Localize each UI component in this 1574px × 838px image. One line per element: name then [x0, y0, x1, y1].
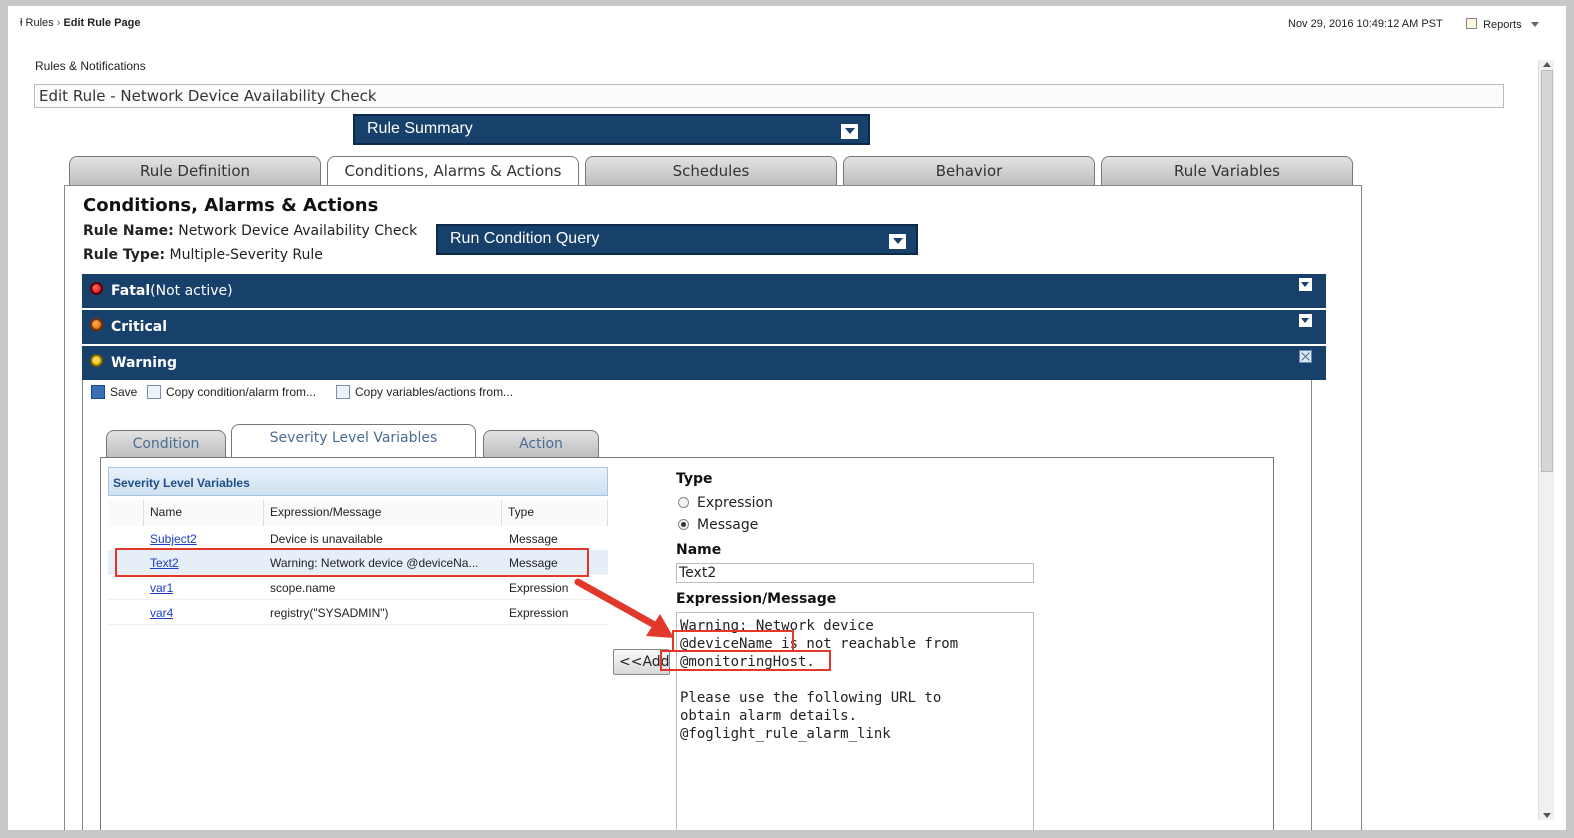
tab-behavior[interactable]: Behavior: [843, 156, 1095, 186]
name-field[interactable]: Text2: [676, 563, 1034, 583]
annotation-highlight-row: [115, 548, 589, 577]
scroll-down-icon[interactable]: [1543, 813, 1551, 818]
variables-table-title: Severity Level Variables: [108, 467, 608, 496]
variable-type: Expression: [509, 581, 569, 595]
variable-type: Expression: [509, 606, 569, 620]
tab-rule-variables[interactable]: Rule Variables: [1101, 156, 1353, 186]
column-header-blank: [108, 500, 144, 526]
reports-label: Reports: [1483, 19, 1522, 31]
breadcrumb-root-link[interactable]: Rules: [26, 17, 54, 29]
annotation-highlight-monitoringhost: [660, 650, 831, 671]
subtab-condition[interactable]: Condition: [106, 430, 226, 458]
subtab-action[interactable]: Action: [483, 430, 599, 458]
copy-condition-button[interactable]: Copy condition/alarm from...: [147, 385, 316, 399]
critical-status-icon: [90, 318, 103, 331]
tab-conditions-alarms-actions[interactable]: Conditions, Alarms & Actions: [327, 156, 579, 187]
reports-menu[interactable]: Reports: [1466, 18, 1539, 31]
tab-schedules[interactable]: Schedules: [585, 156, 837, 186]
column-header-expression[interactable]: Expression/Message: [264, 500, 502, 526]
table-row[interactable]: var4 registry("SYSADMIN") Expression: [108, 600, 608, 625]
annotation-highlight-devicename: [672, 630, 794, 652]
chevron-down-icon[interactable]: [841, 124, 858, 139]
column-header-type[interactable]: Type: [502, 500, 608, 526]
variable-name-link[interactable]: var1: [150, 581, 173, 595]
top-bar: ⱡ Rules › Edit Rule Page Nov 29, 2016 10…: [8, 6, 1566, 42]
rule-summary-dropdown[interactable]: Rule Summary: [353, 114, 870, 145]
run-condition-query-dropdown[interactable]: Run Condition Query: [436, 224, 918, 255]
expression-message-label: Expression/Message: [676, 591, 837, 607]
rule-type-value: Multiple-Severity Rule: [169, 247, 323, 263]
rule-name-label: Rule Name:: [83, 223, 174, 239]
severity-critical-label: Critical: [111, 319, 168, 335]
rule-type-row: Rule Type: Multiple-Severity Rule: [83, 247, 323, 263]
rules-icon: ⱡ: [20, 17, 23, 29]
severity-fatal-label: Fatal(Not active): [111, 283, 233, 299]
chevron-down-icon[interactable]: [889, 234, 906, 249]
variable-expression: registry("SYSADMIN"): [270, 606, 389, 620]
severity-warning-bar[interactable]: Warning: [82, 346, 1326, 380]
severity-warning-label: Warning: [111, 355, 178, 371]
variable-name-link[interactable]: Subject2: [150, 532, 197, 546]
rule-type-label: Rule Type:: [83, 247, 166, 263]
tab-rule-definition[interactable]: Rule Definition: [69, 156, 321, 186]
run-condition-query-label: Run Condition Query: [450, 230, 600, 247]
vertical-scrollbar[interactable]: [1538, 60, 1554, 820]
expand-fatal-icon[interactable]: [1299, 278, 1312, 291]
breadcrumb: ⱡ Rules › Edit Rule Page: [20, 17, 140, 29]
subtab-severity-level-variables[interactable]: Severity Level Variables: [231, 424, 476, 457]
variable-expression: Device is unavailable: [270, 532, 383, 546]
header-datetime: Nov 29, 2016 10:49:12 AM PST: [1288, 18, 1443, 30]
rule-summary-label: Rule Summary: [367, 120, 473, 137]
radio-icon[interactable]: [678, 497, 689, 508]
rule-name-value: Network Device Availability Check: [178, 223, 418, 239]
scroll-up-icon[interactable]: [1543, 62, 1551, 67]
rule-title-bar: Edit Rule - Network Device Availability …: [34, 84, 1504, 108]
name-label: Name: [676, 542, 722, 558]
severity-fatal-bar[interactable]: Fatal(Not active): [82, 274, 1326, 308]
table-row[interactable]: var1 scope.name Expression: [108, 575, 608, 600]
radio-selected-icon[interactable]: [678, 519, 689, 530]
copy-icon: [336, 385, 350, 399]
severity-critical-bar[interactable]: Critical: [82, 310, 1326, 344]
column-header-name[interactable]: Name: [144, 500, 264, 526]
app-window: ⱡ Rules › Edit Rule Page Nov 29, 2016 10…: [8, 6, 1566, 830]
variable-type: Message: [509, 532, 558, 546]
copy-variables-button[interactable]: Copy variables/actions from...: [336, 385, 513, 399]
expand-critical-icon[interactable]: [1299, 314, 1312, 327]
collapse-warning-icon[interactable]: [1299, 350, 1312, 363]
warning-status-icon: [90, 354, 103, 367]
type-radio-expression[interactable]: Expression: [678, 495, 773, 511]
breadcrumb-current: Edit Rule Page: [63, 17, 141, 29]
save-button[interactable]: Save: [91, 385, 137, 399]
scroll-thumb[interactable]: [1541, 70, 1553, 472]
annotation-arrow-icon: [574, 578, 674, 638]
section-title: Rules & Notifications: [35, 59, 146, 73]
reports-icon: [1466, 18, 1477, 29]
variable-name-link[interactable]: var4: [150, 606, 173, 620]
type-label: Type: [676, 471, 713, 487]
chevron-down-icon: [1530, 22, 1539, 27]
copy-icon: [147, 385, 161, 399]
rule-name-row: Rule Name: Network Device Availability C…: [83, 223, 417, 239]
variable-expression: scope.name: [270, 581, 336, 595]
type-radio-message[interactable]: Message: [678, 517, 758, 533]
conditions-heading: Conditions, Alarms & Actions: [83, 195, 379, 216]
fatal-status-icon: [90, 282, 103, 295]
save-icon: [91, 385, 105, 399]
